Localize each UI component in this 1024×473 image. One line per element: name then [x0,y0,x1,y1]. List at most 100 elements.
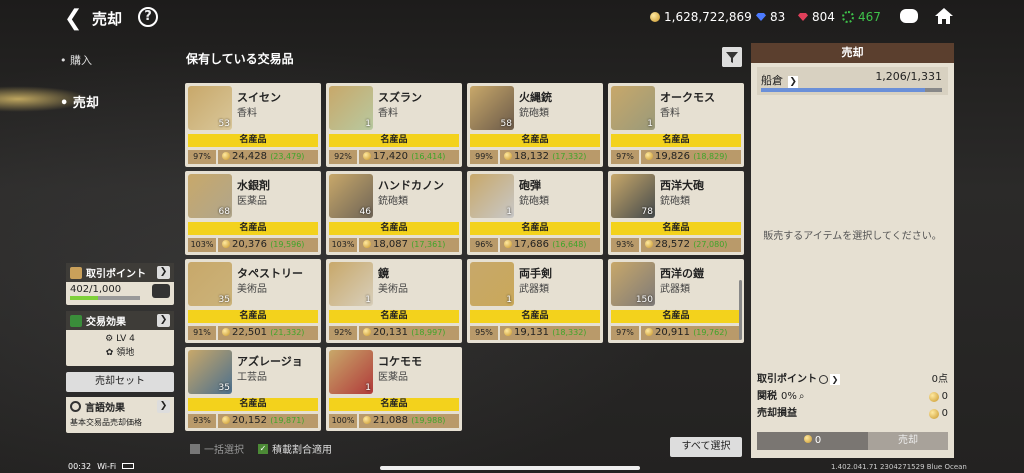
price-value: 17,686 [514,239,549,250]
chevron-right-icon[interactable]: ❯ [157,314,170,327]
item-card[interactable]: 150 西洋の鎧 武器類 名産品 97% 20,911 (19,762) [608,259,744,343]
sell-set-button[interactable]: 売却セット [66,372,174,392]
price-delta: (16,414) [411,152,446,161]
item-card[interactable]: 1 コケモモ 医薬品 名産品 100% 21,088 (19,988) [326,347,462,431]
item-thumbnail: 53 [188,86,232,130]
item-grid: 53 スイセン 香料 名産品 97% 24,428 (23,479) 1 スズラ… [184,68,744,433]
sell-panel: 売却 船倉 ❯ 1,206/1,331 販売するアイテムを選択してください。 取… [751,43,954,458]
item-count: 1 [365,383,371,393]
help-icon[interactable]: ? [138,7,158,27]
page-title: 売却 [92,10,123,28]
item-card[interactable]: 1 両手剣 武器類 名産品 95% 19,131 (18,332) [467,259,603,343]
price-value: 22,501 [232,327,267,338]
warehouse-row: 船倉 ❯ 1,206/1,331 [757,67,948,95]
price-delta: (23,479) [270,152,305,161]
sell-price: 17,420 (16,414) [359,150,459,164]
specialty-tag: 名産品 [188,398,318,411]
sell-price: 20,911 (19,762) [641,326,741,340]
price-value: 19,826 [655,151,690,162]
chevron-right-icon[interactable]: ❯ [157,400,170,413]
profit-label: 売却損益 [757,408,797,419]
sell-button[interactable]: 売却 [868,432,948,450]
coin-icon [645,240,653,248]
item-card[interactable]: 58 火縄銃 銃砲類 名産品 99% 18,132 (17,332) [467,83,603,167]
item-thumbnail: 35 [188,262,232,306]
item-name: スズラン [378,91,422,104]
chevron-right-icon[interactable]: ❯ [830,374,840,385]
item-category: 銃砲類 [519,108,549,119]
item-name: 西洋の鎧 [660,267,704,280]
coin-icon [645,152,653,160]
select-all-button[interactable]: すべて選択 [670,437,742,457]
chevron-right-icon[interactable]: ❯ [788,76,799,88]
top-bar: ❮ 売却 ? 1,628,722,869 83 804 467 [0,0,1024,36]
item-card[interactable]: 53 スイセン 香料 名産品 97% 24,428 (23,479) [185,83,321,167]
item-thumbnail: 1 [329,262,373,306]
price-value: 20,376 [232,239,267,250]
chest-icon[interactable] [152,284,170,298]
trade-points-icon [70,266,82,279]
item-name: アズレージョ [237,355,303,368]
item-card[interactable]: 78 西洋大砲 銃砲類 名産品 93% 28,572 (27,080) [608,171,744,255]
chat-icon[interactable] [900,9,918,23]
warehouse-label: 船倉 [761,74,783,87]
item-thumbnail: 150 [611,262,655,306]
price-value: 18,087 [373,239,408,250]
item-card[interactable]: 35 アズレージョ 工芸品 名産品 93% 20,152 (19,871) [185,347,321,431]
item-card[interactable]: 1 鏡 美術品 名産品 92% 20,131 (18,997) [326,259,462,343]
bulk-select-toggle[interactable]: 一括選択 [190,441,244,456]
item-category: 武器類 [519,284,549,295]
item-category: 銃砲類 [378,196,408,207]
item-count: 1 [506,295,512,305]
sell-price: 22,501 (21,332) [218,326,318,340]
item-name: タペストリー [237,267,303,280]
item-card[interactable]: 46 ハンドカノン 銃砲類 名産品 103% 18,087 (17,361) [326,171,462,255]
item-card[interactable]: 1 オークモス 香料 名産品 97% 19,826 (18,829) [608,83,744,167]
coin-icon [504,240,512,248]
item-card[interactable]: 35 タペストリー 美術品 名産品 91% 22,501 (21,332) [185,259,321,343]
price-value: 19,131 [514,327,549,338]
item-category: 銃砲類 [660,196,690,207]
price-rate: 99% [470,150,498,164]
coin-icon [645,328,653,336]
sell-price: 18,087 (17,361) [359,238,459,252]
item-card[interactable]: 1 スズラン 香料 名産品 92% 17,420 (16,414) [326,83,462,167]
back-chevron-icon[interactable]: ❮ [64,6,82,31]
filter-icon[interactable] [722,47,742,67]
total-box: 0 [757,432,868,450]
price-value: 24,428 [232,151,267,162]
home-icon[interactable] [934,7,954,25]
item-card[interactable]: 68 水銀剤 医薬品 名産品 103% 20,376 (19,596) [185,171,321,255]
status-bar: 00:32 Wi-Fi [68,462,135,471]
sell-price: 19,131 (18,332) [500,326,600,340]
menu-buy[interactable]: • 購入 [60,52,92,68]
specialty-tag: 名産品 [188,310,318,323]
item-category: 工芸品 [237,372,267,383]
trade-points-label: 取引ポイント [86,269,146,280]
item-name: 西洋大砲 [660,179,704,192]
coin-icon [650,12,660,22]
tax-label: 関税 [757,391,777,402]
sell-price: 24,428 (23,479) [218,150,318,164]
item-count: 1 [506,207,512,217]
price-delta: (21,332) [270,328,305,337]
tax-amount: 0 [941,391,948,402]
item-card[interactable]: 1 砲弾 銃砲類 名産品 96% 17,686 (16,648) [467,171,603,255]
menu-sell[interactable]: • 売却 [60,92,99,111]
blue-gem-icon [756,13,766,21]
coin-icon [363,152,371,160]
item-category: 医薬品 [237,196,267,207]
chevron-right-icon[interactable]: ❯ [157,266,170,279]
item-count: 150 [635,295,653,305]
item-count: 68 [218,207,230,217]
item-count: 53 [218,119,230,129]
coin-icon [928,408,939,419]
load-ratio-toggle[interactable]: ✓ 積載割合適用 [258,441,332,456]
magnify-icon[interactable]: ⌕ [799,388,805,405]
price-value: 18,132 [514,151,549,162]
price-delta: (17,332) [552,152,587,161]
scrollbar[interactable] [739,280,742,340]
red-gem-currency: 804 [798,10,835,24]
item-name: オークモス [660,91,715,104]
item-name: 両手剣 [519,267,552,280]
